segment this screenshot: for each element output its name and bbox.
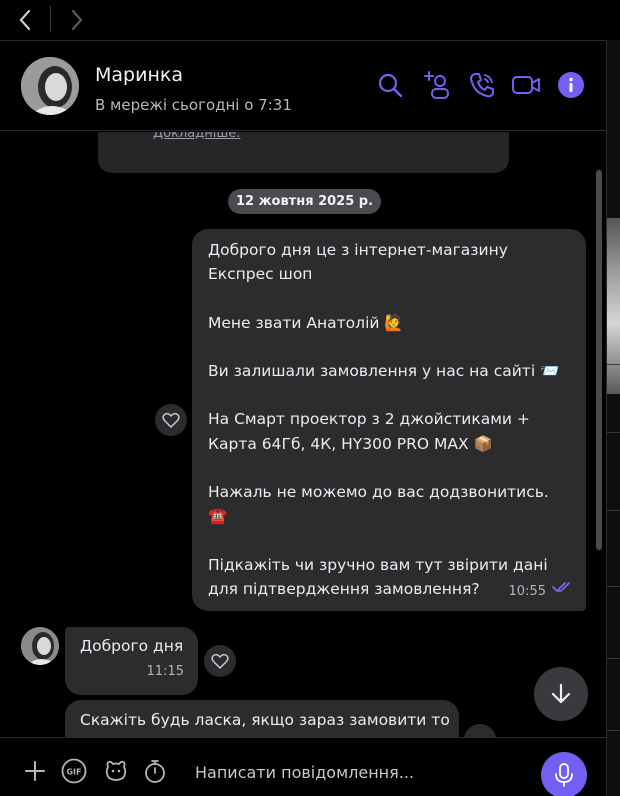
chat-scrollbar[interactable] <box>596 170 602 550</box>
message-input[interactable]: Написати повідомлення... <box>195 763 414 782</box>
contact-status: В мережі сьогодні о 7:31 <box>95 96 292 114</box>
details-link[interactable]: Докладніше. <box>153 132 240 141</box>
message-text: Доброго дня це з інтернет-магазину Експр… <box>208 241 560 598</box>
message-composer: GIF Написати повідомлення... <box>0 737 606 796</box>
contact-avatar-small[interactable] <box>21 627 59 665</box>
top-nav <box>0 0 620 40</box>
timer-icon[interactable] <box>142 758 168 784</box>
message-time: 10:55 <box>508 584 546 599</box>
video-call-icon[interactable] <box>510 69 542 101</box>
arrow-down-icon <box>551 683 571 704</box>
back-arrow-icon[interactable] <box>10 5 40 35</box>
search-icon[interactable] <box>374 69 406 101</box>
chat-header: Маринка В мережі сьогодні о 7:31 <box>0 40 606 131</box>
contact-name[interactable]: Маринка <box>95 64 183 86</box>
plus-icon[interactable] <box>22 758 48 784</box>
info-icon[interactable] <box>555 69 587 101</box>
adjacent-image <box>607 218 620 394</box>
date-separator: 12 жовтня 2025 р. <box>228 189 381 214</box>
microphone-icon <box>555 763 573 787</box>
incoming-message[interactable]: Скажіть будь ласка, якщо зараз замовити … <box>65 700 459 737</box>
message-text: Скажіть будь ласка, якщо зараз замовити … <box>80 711 450 729</box>
outgoing-message[interactable]: Доброго дня це з інтернет-магазину Експр… <box>192 229 586 611</box>
message-time: 11:15 <box>146 664 184 679</box>
message-list[interactable]: Докладніше. 12 жовтня 2025 р. Доброго дн… <box>0 132 606 737</box>
nav-divider <box>50 6 51 32</box>
contact-avatar[interactable] <box>21 57 79 115</box>
call-icon[interactable] <box>466 69 498 101</box>
message-text: Доброго дня <box>80 637 184 655</box>
like-icon[interactable] <box>155 404 187 436</box>
read-checkmarks-icon <box>552 578 572 597</box>
forward-arrow-icon[interactable] <box>62 5 92 35</box>
like-icon[interactable] <box>464 724 496 737</box>
scroll-to-bottom-button[interactable] <box>534 667 588 721</box>
svg-text:GIF: GIF <box>66 768 81 777</box>
previous-message-bubble: Докладніше. <box>98 132 509 173</box>
like-icon[interactable] <box>204 645 236 677</box>
add-participant-icon[interactable] <box>421 69 453 101</box>
adjacent-window-edge <box>606 40 620 796</box>
gif-icon[interactable]: GIF <box>61 758 87 784</box>
incoming-message[interactable]: Доброго дня 11:15 <box>65 627 198 695</box>
sticker-icon[interactable] <box>103 758 129 784</box>
voice-message-button[interactable] <box>541 752 587 796</box>
